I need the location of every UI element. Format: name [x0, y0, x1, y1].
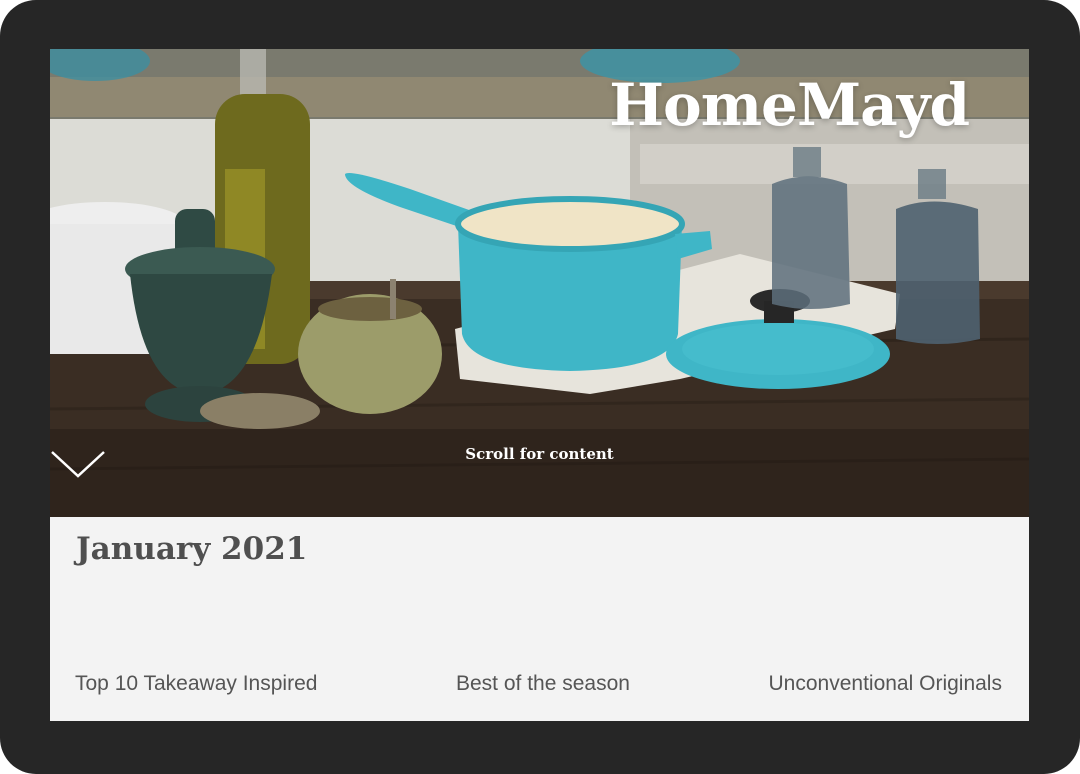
category-link-season[interactable]: Best of the season: [456, 672, 630, 696]
bottle-neck: [240, 49, 266, 99]
category-list: Top 10 Takeaway Inspired Best of the sea…: [75, 672, 1002, 696]
screen: HomeMayd Scroll for content January 2021…: [50, 49, 1029, 721]
oven-handle: [640, 144, 1029, 184]
month-title: January 2021: [76, 531, 308, 567]
glass-bottle: [896, 201, 980, 344]
chevron-down-icon: [51, 451, 105, 478]
device-frame: HomeMayd Scroll for content January 2021…: [0, 0, 1080, 774]
category-link-originals[interactable]: Unconventional Originals: [769, 672, 1002, 696]
scroll-for-content[interactable]: Scroll for content: [50, 445, 1029, 478]
content-panel: January 2021 Top 10 Takeaway Inspired Be…: [50, 517, 1029, 721]
scroll-label: Scroll for content: [465, 445, 614, 463]
brand-logo: HomeMayd: [609, 71, 970, 139]
category-link-takeaway[interactable]: Top 10 Takeaway Inspired: [75, 672, 317, 696]
glass-bottle: [772, 176, 850, 309]
small-dish: [200, 393, 320, 429]
hero-banner: HomeMayd Scroll for content: [50, 49, 1029, 517]
